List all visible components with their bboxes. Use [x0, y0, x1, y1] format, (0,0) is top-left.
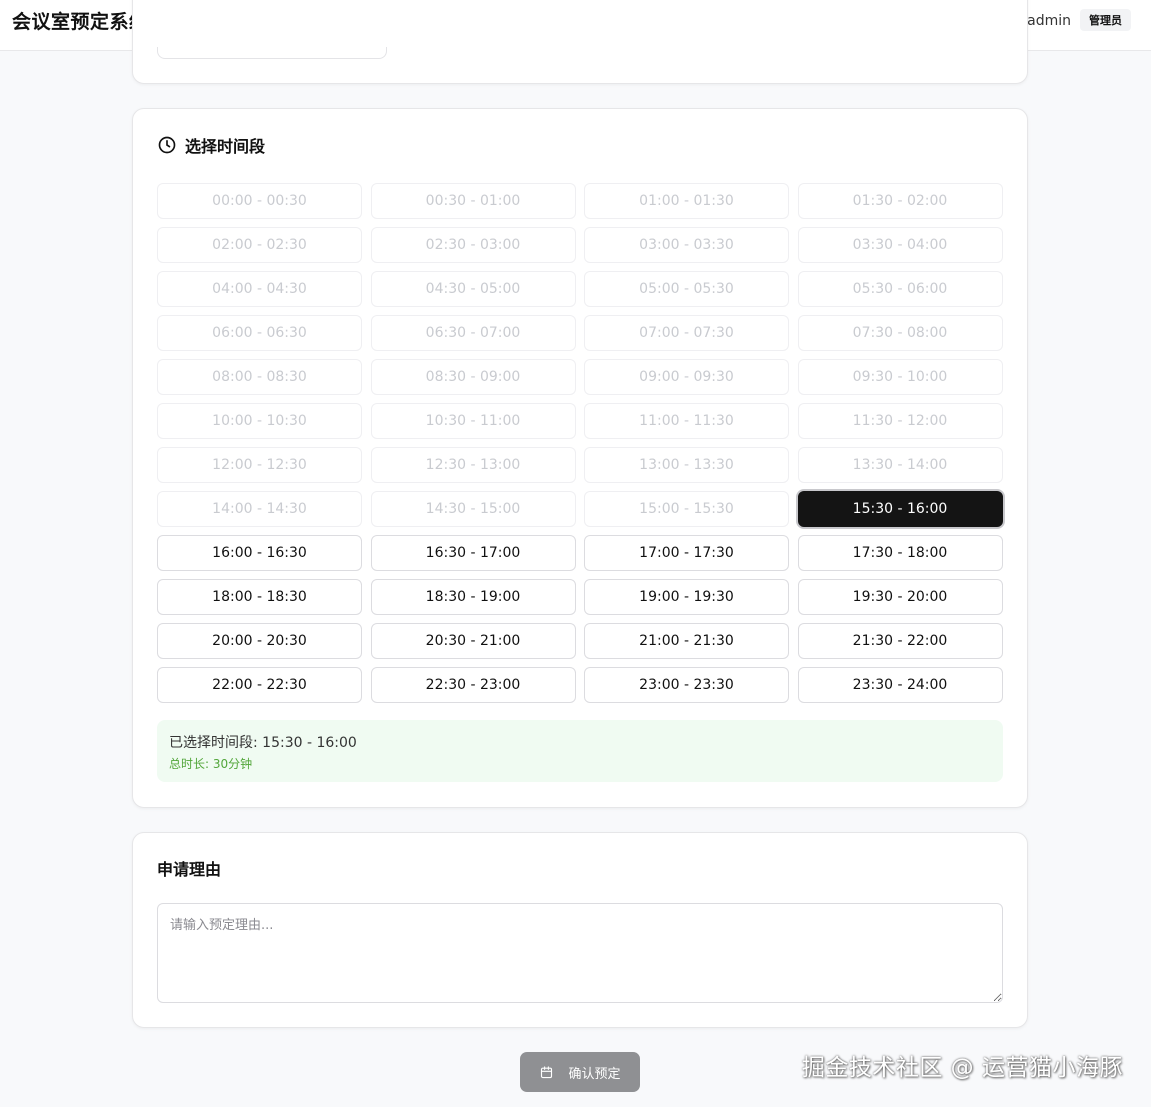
time-slot-disabled: 06:00 - 06:30 — [157, 315, 362, 351]
time-slot-available[interactable]: 21:30 - 22:00 — [797, 623, 1003, 659]
time-slot-disabled: 01:30 - 02:00 — [797, 183, 1003, 219]
duration-text: 总时长: 30分钟 — [169, 757, 253, 771]
time-slot-grid: 00:00 - 00:30 00:30 - 01:00 01:00 - 01:30 0… — [157, 183, 1003, 703]
time-slot-available[interactable]: 18:30 - 19:00 — [370, 579, 576, 615]
time-slot-disabled: 08:30 - 09:00 — [370, 359, 576, 395]
time-slot-disabled: 14:30 - 15:00 — [370, 491, 576, 527]
time-slot-disabled: 03:00 - 03:30 — [584, 227, 789, 263]
confirm-booking-button[interactable]: 确认预定 — [520, 1052, 640, 1092]
time-slot-disabled: 04:00 - 04:30 — [157, 271, 362, 307]
time-slot-available[interactable]: 22:00 - 22:30 — [157, 667, 362, 703]
time-slot-available[interactable]: 22:30 - 23:00 — [370, 667, 576, 703]
time-slot-available[interactable]: 23:30 - 24:00 — [797, 667, 1003, 703]
time-slot-title: 选择时间段 — [157, 133, 265, 157]
confirm-booking-label: 确认预定 — [568, 1066, 621, 1082]
time-slot-available[interactable]: 19:30 - 20:00 — [797, 579, 1003, 615]
time-slot-disabled: 13:00 - 13:30 — [584, 447, 789, 483]
time-slot-disabled: 00:30 - 01:00 — [370, 183, 576, 219]
time-slot-available[interactable]: 18:00 - 18:30 — [157, 579, 362, 615]
time-slot-disabled: 00:00 - 00:30 — [157, 183, 362, 219]
calendar-icon — [541, 1065, 553, 1078]
time-slot-disabled: 07:00 - 07:30 — [584, 315, 789, 351]
time-slot-disabled: 13:30 - 14:00 — [797, 447, 1003, 483]
selected-slot-text: 已选择时间段: 15:30 - 16:00 — [169, 735, 357, 751]
time-slot-available[interactable]: 17:00 - 17:30 — [584, 535, 789, 571]
role-badge: 管理员 — [1080, 9, 1131, 31]
reason-input[interactable] — [157, 903, 1003, 1003]
time-slot-disabled: 11:30 - 12:00 — [797, 403, 1003, 439]
time-slot-disabled: 06:30 - 07:00 — [370, 315, 576, 351]
app-title: 会议室预定系统 — [12, 11, 149, 33]
reason-card: 申请理由 — [132, 832, 1028, 1028]
time-slot-disabled: 01:00 - 01:30 — [584, 183, 789, 219]
selection-summary: 已选择时间段: 15:30 - 16:00 总时长: 30分钟 — [157, 720, 1003, 782]
time-slot-disabled: 10:30 - 11:00 — [370, 403, 576, 439]
time-slot-disabled: 14:00 - 14:30 — [157, 491, 362, 527]
time-slot-disabled: 02:30 - 03:00 — [370, 227, 576, 263]
time-slot-disabled: 09:00 - 09:30 — [584, 359, 789, 395]
time-slot-disabled: 02:00 - 02:30 — [157, 227, 362, 263]
time-slot-selected[interactable]: 15:30 - 16:00 — [797, 491, 1003, 527]
watermark: 掘金技术社区 @ 运营猫小海豚 — [801, 1055, 1123, 1081]
room-select-field[interactable] — [157, 47, 387, 59]
time-slot-disabled: 05:30 - 06:00 — [797, 271, 1003, 307]
time-slot-disabled: 04:30 - 05:00 — [370, 271, 576, 307]
time-slot-available[interactable]: 21:00 - 21:30 — [584, 623, 789, 659]
time-slot-card: 选择时间段 00:00 - 00:30 00:30 - 01:00 01:00 - … — [132, 108, 1028, 808]
time-slot-available[interactable]: 17:30 - 18:00 — [797, 535, 1003, 571]
time-slot-available[interactable]: 16:00 - 16:30 — [157, 535, 362, 571]
room-selection-card — [132, 0, 1028, 84]
time-slot-disabled: 15:00 - 15:30 — [584, 491, 789, 527]
time-slot-available[interactable]: 20:00 - 20:30 — [157, 623, 362, 659]
time-slot-disabled: 10:00 - 10:30 — [157, 403, 362, 439]
time-slot-available[interactable]: 20:30 - 21:00 — [370, 623, 576, 659]
time-slot-disabled: 08:00 - 08:30 — [157, 359, 362, 395]
clock-icon — [158, 136, 176, 154]
time-slot-disabled: 12:30 - 13:00 — [370, 447, 576, 483]
time-slot-disabled: 05:00 - 05:30 — [584, 271, 789, 307]
time-slot-available[interactable]: 19:00 - 19:30 — [584, 579, 789, 615]
time-slot-available[interactable]: 23:00 - 23:30 — [584, 667, 789, 703]
time-slot-disabled: 03:30 - 04:00 — [797, 227, 1003, 263]
time-slot-disabled: 12:00 - 12:30 — [157, 447, 362, 483]
time-slot-disabled: 11:00 - 11:30 — [584, 403, 789, 439]
reason-title: 申请理由 — [157, 860, 222, 879]
time-slot-disabled: 09:30 - 10:00 — [797, 359, 1003, 395]
time-slot-title-label: 选择时间段 — [185, 137, 266, 156]
time-slot-disabled: 07:30 - 08:00 — [797, 315, 1003, 351]
time-slot-available[interactable]: 16:30 - 17:00 — [370, 535, 576, 571]
